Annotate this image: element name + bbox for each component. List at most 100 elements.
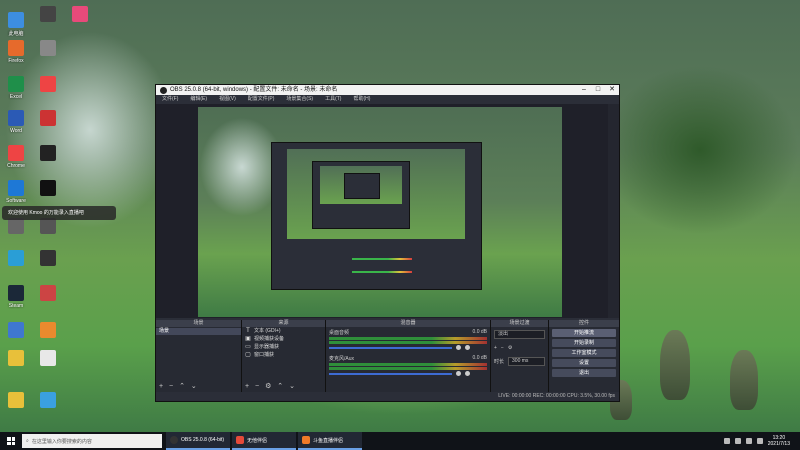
duration-input[interactable]: 300 ms [508, 357, 545, 366]
audio-meter [329, 337, 487, 340]
mixer-dock: 混音器 桌面音频 0.0 dB 麦克风/Aux 0.0 dB [326, 320, 491, 392]
gear-icon[interactable]: ⚙ [508, 345, 512, 351]
channel-name: 桌面音频 [329, 330, 350, 336]
gear-icon[interactable] [465, 344, 471, 350]
system-tray: 13:20 2021/7/13 [723, 435, 800, 447]
desktop-icon[interactable] [28, 322, 68, 340]
scene-item[interactable]: 场景 [156, 328, 241, 335]
app-icon [8, 76, 24, 92]
minimize-icon[interactable]: – [577, 85, 591, 95]
scenes-dock: 场景 场景 + − ⌃ ⌄ [156, 320, 242, 392]
desktop-icon[interactable] [28, 110, 68, 128]
task-app-label: OBS 25.0.8 (64-bit) [181, 437, 225, 443]
source-item[interactable]: ▭ 显示器捕获 [242, 343, 325, 351]
menu-profile[interactable]: 配置文件(P) [248, 95, 275, 104]
search-placeholder: 在这里输入你要搜索的内容 [31, 438, 92, 445]
taskbar-clock[interactable]: 13:20 2021/7/13 [768, 435, 790, 447]
desktop-icon[interactable] [28, 285, 68, 303]
close-icon[interactable]: ✕ [605, 85, 619, 95]
preview-canvas[interactable] [198, 107, 562, 317]
transitions-dock-title: 场景过渡 [491, 320, 548, 327]
source-item[interactable]: ▢ 窗口捕获 [242, 351, 325, 359]
desktop-icon-label: Firefox [8, 58, 24, 64]
settings-button[interactable]: 设置 [552, 359, 616, 367]
studio-mode-button[interactable]: 工作室模式 [552, 349, 616, 357]
source-item[interactable]: ▣ 视频捕获设备 [242, 335, 325, 343]
transition-actions: + − ⚙ [491, 342, 548, 354]
desktop-icon[interactable] [28, 250, 68, 268]
desktop-icon[interactable] [28, 392, 68, 410]
clock-date: 2021/7/13 [767, 441, 790, 447]
taskbar-app-douyu[interactable]: 斗鱼直播伴侣 [298, 432, 362, 450]
network-icon[interactable] [745, 438, 752, 444]
menu-file[interactable]: 文件(F) [162, 95, 178, 104]
taskbar-search[interactable]: ⌕ 在这里输入你要搜索的内容 [22, 434, 162, 448]
start-streaming-button[interactable]: 开始推流 [552, 329, 616, 337]
menu-scene-collection[interactable]: 场景集合(S) [286, 95, 313, 104]
menu-help[interactable]: 帮助(H) [353, 95, 370, 104]
exit-button[interactable]: 退出 [552, 369, 616, 377]
scene-toolbar[interactable]: + − ⌃ ⌄ [159, 382, 199, 390]
desktop-icon[interactable] [28, 40, 68, 58]
controls-dock-title: 控件 [549, 320, 619, 327]
app-icon [40, 76, 56, 92]
volume-icon[interactable] [756, 438, 763, 444]
menu-edit[interactable]: 编辑(E) [190, 95, 207, 104]
desktop-icon-label: Excel [9, 94, 23, 100]
scenes-dock-title: 场景 [156, 320, 241, 327]
source-label: 视频捕获设备 [254, 336, 285, 342]
app-icon [8, 40, 24, 56]
app-icon [8, 218, 24, 234]
transition-duration-row: 时长 300 ms [491, 354, 548, 369]
nested-obs-window-3 [344, 173, 380, 199]
desktop-icon[interactable] [28, 76, 68, 94]
app-icon [40, 145, 56, 161]
preview-scroll-strip [608, 104, 619, 318]
source-item[interactable]: T 文本 (GDI+) [242, 327, 325, 335]
monitor-source-icon: ▭ [245, 344, 251, 350]
sources-dock: 来源 T 文本 (GDI+) ▣ 视频捕获设备 ▭ 显示器捕获 ▢ 窗口捕获 +… [242, 320, 326, 392]
mixer-dock-title: 混音器 [326, 320, 490, 327]
channel-db: 0.0 dB [472, 355, 487, 361]
preview-area [156, 104, 619, 318]
speaker-icon[interactable] [456, 344, 462, 350]
notification-toast[interactable]: 欢迎使用 Kmoo 的万能录入直播吧 [2, 206, 116, 220]
app-icon [40, 40, 56, 56]
source-toolbar[interactable]: + − ⚙ ⌃ ⌄ [245, 382, 297, 390]
app-icon [8, 392, 24, 408]
source-label: 文本 (GDI+) [254, 328, 281, 334]
volume-slider[interactable] [329, 373, 453, 375]
add-transition-button[interactable]: + [494, 345, 497, 351]
taskbar-app-obs[interactable]: OBS 25.0.8 (64-bit) [166, 432, 230, 450]
douyu-app-icon [302, 436, 310, 444]
app-icon [40, 6, 56, 22]
channel-name: 麦克风/Aux [329, 356, 355, 362]
desktop-icon[interactable] [28, 180, 68, 198]
tray-icon[interactable] [734, 438, 741, 444]
taskbar-app-wuta[interactable]: 无他伴侣 [232, 432, 296, 450]
desktop-icon[interactable] [60, 6, 100, 24]
audio-meter [329, 367, 487, 370]
menu-tools[interactable]: 工具(T) [325, 95, 341, 104]
camera-source-icon: ▣ [245, 336, 251, 342]
transition-select[interactable]: 淡出 [494, 330, 545, 339]
desktop-icon[interactable] [28, 145, 68, 163]
start-recording-button[interactable]: 开始录制 [552, 339, 616, 347]
volume-slider[interactable] [329, 347, 453, 349]
app-icon [40, 350, 56, 366]
remove-transition-button[interactable]: − [501, 345, 504, 351]
desktop-icon[interactable] [28, 350, 68, 368]
menu-view[interactable]: 视图(V) [219, 95, 236, 104]
gear-icon[interactable] [465, 370, 471, 376]
channel-db: 0.0 dB [472, 329, 487, 335]
start-button[interactable] [0, 432, 22, 450]
wallpaper-rock [660, 330, 690, 400]
tray-icon[interactable] [723, 438, 730, 444]
obs-titlebar[interactable]: OBS 25.0.8 (64-bit, windows) - 配置文件: 未命名… [156, 85, 619, 95]
app-icon [8, 110, 24, 126]
app-icon [8, 285, 24, 301]
desktop-icon[interactable] [28, 218, 68, 236]
speaker-icon[interactable] [456, 370, 462, 376]
maximize-icon[interactable]: □ [591, 85, 605, 95]
window-source-icon: ▢ [245, 352, 251, 358]
